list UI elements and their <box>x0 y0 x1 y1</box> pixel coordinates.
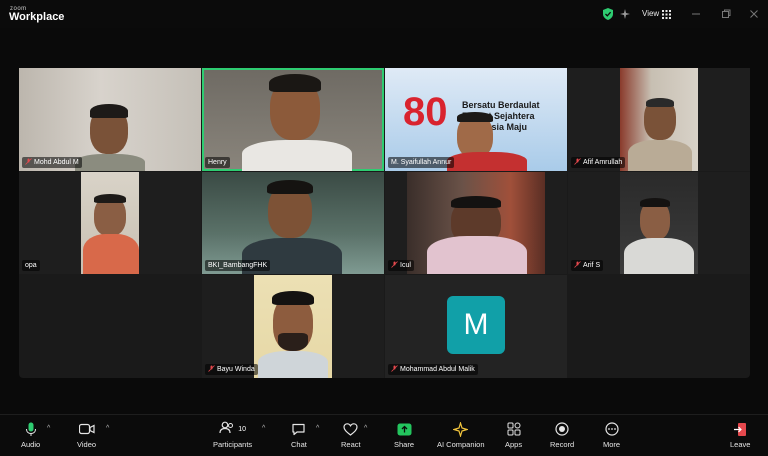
shield-check-icon[interactable] <box>601 7 615 21</box>
audio-options-chevron-up-icon[interactable]: ^ <box>47 425 50 432</box>
chat-button[interactable]: Chat <box>291 420 307 449</box>
maximize-icon[interactable] <box>719 7 733 21</box>
minimize-icon[interactable] <box>689 7 703 21</box>
participant-name-tag: Henry <box>205 157 230 168</box>
video-gallery: Mohd Abdul M Henry 80 Bersatu Berdaulat … <box>19 68 750 378</box>
video-tile[interactable]: Mohd Abdul M <box>19 68 201 171</box>
leave-door-icon <box>733 420 747 438</box>
chat-options-chevron-up-icon[interactable]: ^ <box>316 425 319 432</box>
participant-name-tag: Arif S <box>571 260 604 271</box>
apps-grid-icon <box>507 420 521 438</box>
video-tile[interactable]: opa <box>19 172 201 274</box>
participant-name-tag: Mohd Abdul M <box>22 157 82 168</box>
video-tile[interactable]: Bayu Winda <box>202 275 384 378</box>
record-button[interactable]: Record <box>550 420 574 449</box>
participant-name-tag: Mohammad Abdul Malik <box>388 364 478 375</box>
video-tile-active-speaker[interactable]: Henry <box>202 68 384 171</box>
more-button[interactable]: More <box>603 420 620 449</box>
leave-button[interactable]: Leave <box>730 420 750 449</box>
participant-video <box>620 68 698 171</box>
ai-sparkle-icon <box>453 420 469 438</box>
react-button[interactable]: React <box>341 420 361 449</box>
participants-options-chevron-up-icon[interactable]: ^ <box>262 425 265 432</box>
share-button[interactable]: Share <box>394 420 414 449</box>
grid-view-icon[interactable] <box>659 7 673 21</box>
video-button[interactable]: Video <box>77 420 96 449</box>
video-tile[interactable]: BKI_BambangFHK <box>202 172 384 274</box>
participant-name-tag: BKI_BambangFHK <box>205 260 271 271</box>
banner-number: 80 <box>403 90 448 134</box>
participant-video <box>254 275 332 378</box>
microphone-icon <box>25 420 37 438</box>
participant-name-tag: opa <box>22 260 40 271</box>
react-options-chevron-up-icon[interactable]: ^ <box>364 425 367 432</box>
audio-button[interactable]: Audio <box>21 420 40 449</box>
participant-name-tag: Bayu Winda <box>205 364 258 375</box>
meeting-toolbar: Audio ^ Video ^ 10 Participants ^ Chat ^… <box>0 414 768 456</box>
chat-bubble-icon <box>291 420 306 438</box>
participant-video <box>620 172 698 274</box>
participant-name-tag: Icul <box>388 260 414 271</box>
ai-companion-button[interactable]: AI Companion <box>437 420 485 449</box>
video-tile[interactable]: 80 Bersatu Berdaulat Rakyat Sejahtera In… <box>385 68 567 171</box>
sparkle-icon[interactable] <box>618 7 632 21</box>
share-screen-icon <box>397 420 412 438</box>
more-dots-icon <box>604 420 619 438</box>
view-menu-label[interactable]: View <box>642 9 659 18</box>
participants-count: 10 <box>238 425 246 433</box>
people-icon <box>219 421 235 437</box>
video-camera-icon <box>78 420 95 438</box>
title-bar: zoom Workplace View <box>0 0 768 28</box>
apps-button[interactable]: Apps <box>505 420 522 449</box>
participant-video <box>407 172 545 274</box>
record-icon <box>555 420 569 438</box>
video-tile[interactable]: Afif Amrullah <box>568 68 750 171</box>
mic-muted-icon <box>574 261 581 270</box>
mic-muted-icon <box>208 365 215 374</box>
mic-muted-icon <box>391 365 398 374</box>
close-icon[interactable] <box>747 7 761 21</box>
video-tile[interactable]: Icul <box>385 172 567 274</box>
mic-muted-icon <box>391 261 398 270</box>
video-tile[interactable]: Arif S <box>568 172 750 274</box>
mic-muted-icon <box>574 158 581 167</box>
participant-name-tag: M. Syaifullah Annur <box>388 157 455 168</box>
video-tile[interactable]: M Mohammad Abdul Malik <box>385 275 567 378</box>
video-options-chevron-up-icon[interactable]: ^ <box>106 425 109 432</box>
participant-name-tag: Afif Amrullah <box>571 157 626 168</box>
brand-main: Workplace <box>9 11 65 23</box>
heart-icon <box>343 420 358 438</box>
avatar: M <box>447 296 505 354</box>
participants-button[interactable]: 10 Participants <box>213 420 252 449</box>
participant-video <box>81 172 139 274</box>
mic-muted-icon <box>25 158 32 167</box>
